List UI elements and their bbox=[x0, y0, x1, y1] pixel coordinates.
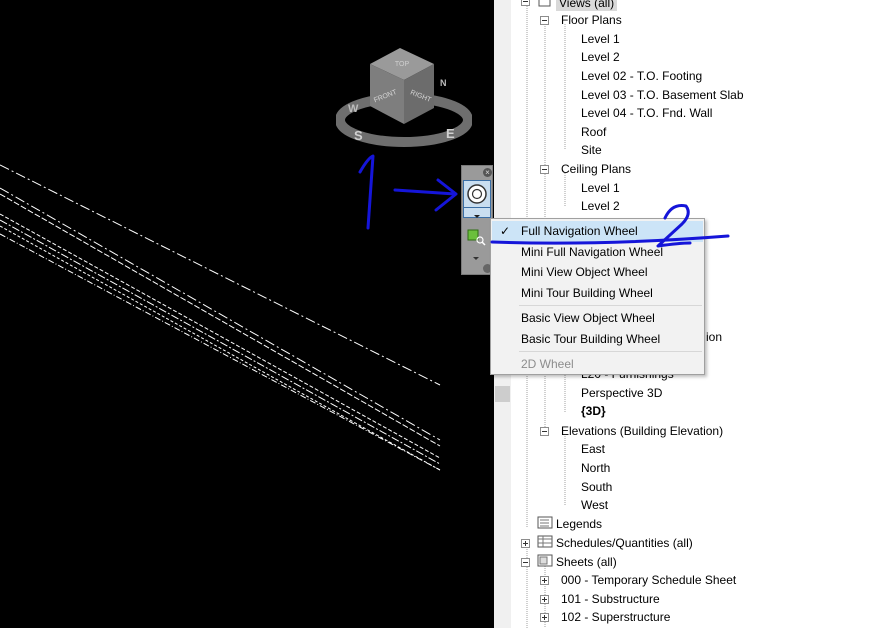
legends-icon bbox=[537, 516, 553, 529]
tree-item-partial-elevation[interactable]: ion bbox=[706, 329, 722, 345]
steering-wheel-dropdown-button[interactable] bbox=[463, 208, 491, 218]
3d-viewport[interactable]: TOP FRONT RIGHT W S E N × bbox=[0, 0, 494, 628]
tree-item-elev-west[interactable]: West bbox=[581, 497, 608, 513]
menu-item-label: Basic Tour Building Wheel bbox=[521, 332, 661, 346]
tree-elevations[interactable]: Elevations (Building Elevation) bbox=[561, 423, 723, 439]
tree-item-floor-level-03[interactable]: Level 03 - T.O. Basement Slab bbox=[581, 87, 744, 103]
menu-item-label: Full Navigation Wheel bbox=[521, 224, 638, 238]
tree-ceiling-plans[interactable]: Ceiling Plans bbox=[561, 161, 631, 177]
menu-item-mini-full-navigation-wheel[interactable]: Mini Full Navigation Wheel bbox=[492, 242, 703, 263]
expand-sheet-101-toggle[interactable] bbox=[540, 595, 549, 604]
tree-item-elev-north[interactable]: North bbox=[581, 460, 610, 476]
menu-item-full-navigation-wheel[interactable]: ✓ Full Navigation Wheel bbox=[492, 221, 703, 242]
tree-item-ceiling-level-2[interactable]: Level 2 bbox=[581, 198, 620, 214]
compass-west-label[interactable]: W bbox=[348, 103, 359, 115]
expand-sheet-000-toggle[interactable] bbox=[540, 576, 549, 585]
expand-schedules-toggle[interactable] bbox=[521, 539, 530, 548]
zoom-region-button[interactable] bbox=[465, 226, 487, 246]
collapse-sheets-toggle[interactable] bbox=[521, 558, 530, 567]
tree-item-floor-level-2[interactable]: Level 2 bbox=[581, 49, 620, 65]
menu-separator bbox=[519, 305, 702, 306]
checkmark-icon: ✓ bbox=[500, 224, 511, 238]
tree-schedules[interactable]: Schedules/Quantities (all) bbox=[556, 535, 693, 551]
collapse-ceiling-plans-toggle[interactable] bbox=[540, 165, 549, 174]
collapse-floor-plans-toggle[interactable] bbox=[540, 16, 549, 25]
menu-item-label: Basic View Object Wheel bbox=[521, 311, 655, 325]
tree-item-ceiling-level-1[interactable]: Level 1 bbox=[581, 180, 620, 196]
steering-wheel-button[interactable] bbox=[463, 180, 491, 208]
collapse-views-toggle[interactable] bbox=[521, 0, 530, 6]
chevron-down-icon bbox=[473, 257, 479, 260]
compass-east-label[interactable]: E bbox=[446, 126, 455, 141]
menu-item-label: Mini Full Navigation Wheel bbox=[521, 245, 664, 259]
steering-wheel-icon bbox=[467, 184, 487, 204]
tree-legends[interactable]: Legends bbox=[556, 516, 602, 532]
zoom-region-icon bbox=[467, 229, 486, 246]
tree-views-all[interactable]: Views (all) bbox=[556, 0, 618, 11]
tree-item-floor-site[interactable]: Site bbox=[581, 142, 602, 158]
menu-item-basic-tour-building-wheel[interactable]: Basic Tour Building Wheel bbox=[492, 329, 703, 350]
compass-north-label[interactable]: N bbox=[440, 78, 447, 88]
menu-separator bbox=[519, 351, 702, 352]
menu-item-basic-view-object-wheel[interactable]: Basic View Object Wheel bbox=[492, 308, 703, 329]
tree-item-default-3d[interactable]: {3D} bbox=[581, 403, 606, 419]
sheets-icon bbox=[537, 554, 553, 567]
chevron-down-icon bbox=[474, 215, 480, 218]
menu-item-label: 2D Wheel bbox=[521, 357, 574, 371]
menu-item-mini-tour-building-wheel[interactable]: Mini Tour Building Wheel bbox=[492, 283, 703, 304]
tree-sheets[interactable]: Sheets (all) bbox=[556, 554, 617, 570]
viewcube[interactable]: TOP FRONT RIGHT W S E N bbox=[336, 42, 472, 150]
menu-item-label: Mini Tour Building Wheel bbox=[521, 286, 653, 300]
tree-item-elev-east[interactable]: East bbox=[581, 441, 605, 457]
tree-item-sheet-101[interactable]: 101 - Substructure bbox=[561, 591, 660, 607]
menu-item-mini-view-object-wheel[interactable]: Mini View Object Wheel bbox=[492, 262, 703, 283]
compass-south-label[interactable]: S bbox=[354, 128, 363, 143]
tree-item-floor-level-1[interactable]: Level 1 bbox=[581, 31, 620, 47]
close-icon[interactable]: × bbox=[483, 168, 492, 177]
tree-item-perspective-3d[interactable]: Perspective 3D bbox=[581, 385, 662, 401]
views-icon bbox=[537, 0, 553, 8]
tree-item-floor-roof[interactable]: Roof bbox=[581, 124, 606, 140]
tree-floor-plans[interactable]: Floor Plans bbox=[561, 12, 622, 28]
tree-item-sheet-102[interactable]: 102 - Superstructure bbox=[561, 609, 670, 625]
collapse-elevations-toggle[interactable] bbox=[540, 427, 549, 436]
menu-item-2d-wheel: 2D Wheel bbox=[492, 354, 703, 375]
menu-item-label: Mini View Object Wheel bbox=[521, 265, 648, 279]
tree-item-floor-level-02[interactable]: Level 02 - T.O. Footing bbox=[581, 68, 702, 84]
tree-item-sheet-000[interactable]: 000 - Temporary Schedule Sheet bbox=[561, 572, 736, 588]
zoom-dropdown-button[interactable] bbox=[470, 250, 482, 260]
tree-item-floor-level-04[interactable]: Level 04 - T.O. Fnd. Wall bbox=[581, 105, 712, 121]
schedules-icon bbox=[537, 535, 553, 548]
tree-item-elev-south[interactable]: South bbox=[581, 479, 612, 495]
navigation-bar: × bbox=[461, 165, 493, 275]
steering-wheel-menu: ✓ Full Navigation Wheel Mini Full Naviga… bbox=[490, 218, 705, 375]
expand-sheet-102-toggle[interactable] bbox=[540, 613, 549, 622]
viewcube-top-label[interactable]: TOP bbox=[395, 61, 410, 68]
